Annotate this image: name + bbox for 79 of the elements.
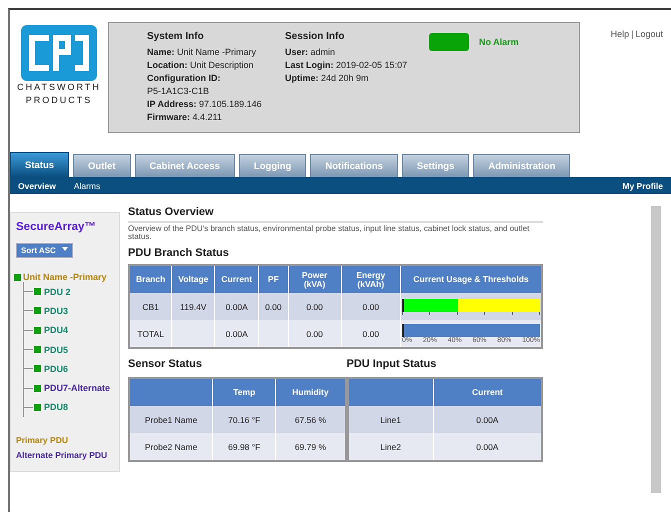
column-header: Voltage	[172, 265, 215, 293]
subnav-link[interactable]: Overview	[18, 180, 56, 190]
section-title: PDU Input Status	[346, 358, 438, 370]
column-header: Current	[433, 378, 542, 406]
table-cell: 0.00	[341, 293, 400, 320]
section-title: Sensor Status	[128, 358, 203, 370]
header-link[interactable]: Logout	[635, 29, 663, 143]
table-cell: 67.56 %	[276, 406, 346, 433]
subnav-link[interactable]: Alarms	[74, 180, 100, 190]
table-cell	[258, 320, 288, 348]
table-cell: 70.16 °F	[212, 406, 276, 433]
description-text: Overview of the PDU's branch status, environmental probe status, input line status, cabinet lock status, and outlet status.	[128, 225, 530, 241]
page-title: Status Overview	[128, 206, 215, 218]
section-title: PDU Branch Status	[128, 247, 230, 259]
column-header: Temp	[212, 378, 276, 406]
sort-dropdown[interactable]: Sort ASC	[16, 243, 73, 258]
table-cell: 69.98 °F	[212, 433, 276, 461]
tree-item[interactable]: PDU8	[44, 402, 68, 412]
table-cell: 0.00A	[214, 320, 259, 348]
column-header: Current	[214, 265, 259, 293]
table-cell: 0.00	[288, 320, 342, 348]
column-header: Energy (kVAh)	[341, 265, 400, 293]
table-cell: 0.00	[258, 293, 288, 320]
tree-item[interactable]: PDU5	[44, 344, 68, 355]
column-header: Power (kVA)	[288, 265, 342, 293]
table-cell: Probe1 Name	[129, 406, 213, 433]
logo-icon	[21, 25, 97, 81]
table-cell: 0.00A	[214, 293, 259, 320]
info-field: Firmware: 4.4.211	[147, 112, 285, 122]
table-cell: 0.00	[288, 293, 342, 320]
tree-item[interactable]: PDU3	[44, 306, 68, 316]
table-cell: TOTAL	[129, 320, 172, 348]
table-cell: 0.00A	[433, 406, 542, 433]
info-field: Configuration ID:	[147, 73, 285, 83]
tree-item[interactable]: PDU4	[44, 325, 68, 336]
table-cell: 69.79 %	[276, 433, 346, 461]
caret-icon	[62, 246, 68, 252]
scrollbar[interactable]	[651, 206, 661, 493]
table-cell: 0.00	[341, 320, 400, 348]
alarm-status: No Alarm	[479, 36, 519, 47]
column-header: Current Usage & Thresholds	[400, 265, 542, 293]
info-field: IP Address: 97.105.189.146	[147, 99, 285, 109]
header-link[interactable]: Help	[610, 29, 630, 143]
table-cell: 0.00A	[433, 433, 542, 461]
nav-tab[interactable]: Administration	[473, 154, 570, 177]
section-title: Session Info	[285, 31, 346, 42]
info-field: Last Login: 2019-02-05 15:07	[285, 60, 423, 70]
sidebar-title: SecureArray™	[16, 221, 97, 233]
profile-link[interactable]: My Profile	[622, 180, 663, 190]
info-field: Uptime: 24d 20h 9m	[285, 73, 423, 83]
column-header: Branch	[129, 265, 172, 293]
info-field: User: admin	[285, 47, 423, 57]
section-title: System Info	[147, 31, 205, 42]
table-cell: Line1	[348, 406, 434, 433]
column-header: PF	[258, 265, 288, 293]
info-field: P5-1A1C3-C1B	[147, 86, 285, 96]
tree-item[interactable]: PDU7-Alternate	[44, 383, 110, 394]
table-cell: 119.4V	[172, 293, 215, 320]
nav-tab[interactable]: Notifications	[310, 154, 398, 177]
table-cell: Line2	[348, 433, 434, 461]
table-cell	[172, 320, 215, 348]
tree-item[interactable]: PDU 2	[44, 286, 71, 297]
table-cell: CB1	[129, 293, 172, 320]
logo-text: CHATSWORTH	[17, 81, 101, 94]
legend-label: Primary PDU	[16, 435, 69, 446]
tree-item[interactable]: PDU6	[44, 364, 68, 374]
legend-label: Alternate Primary PDU	[16, 450, 108, 460]
info-field: Name: Unit Name -Primary	[147, 47, 285, 57]
column-header: Humidity	[276, 378, 346, 406]
info-field: Location: Unit Description	[147, 60, 285, 70]
table-cell: Probe2 Name	[129, 433, 213, 461]
tree-item[interactable]: Unit Name -Primary	[23, 272, 107, 282]
logo-text: PRODUCTS	[26, 94, 92, 107]
nav-tab[interactable]: Status	[10, 152, 70, 177]
nav-tab[interactable]: Outlet	[73, 154, 130, 177]
nav-tab[interactable]: Logging	[238, 154, 306, 177]
separator: |	[631, 29, 634, 41]
nav-tab[interactable]: Settings	[402, 154, 470, 177]
nav-tab[interactable]: Cabinet Access	[134, 154, 235, 177]
